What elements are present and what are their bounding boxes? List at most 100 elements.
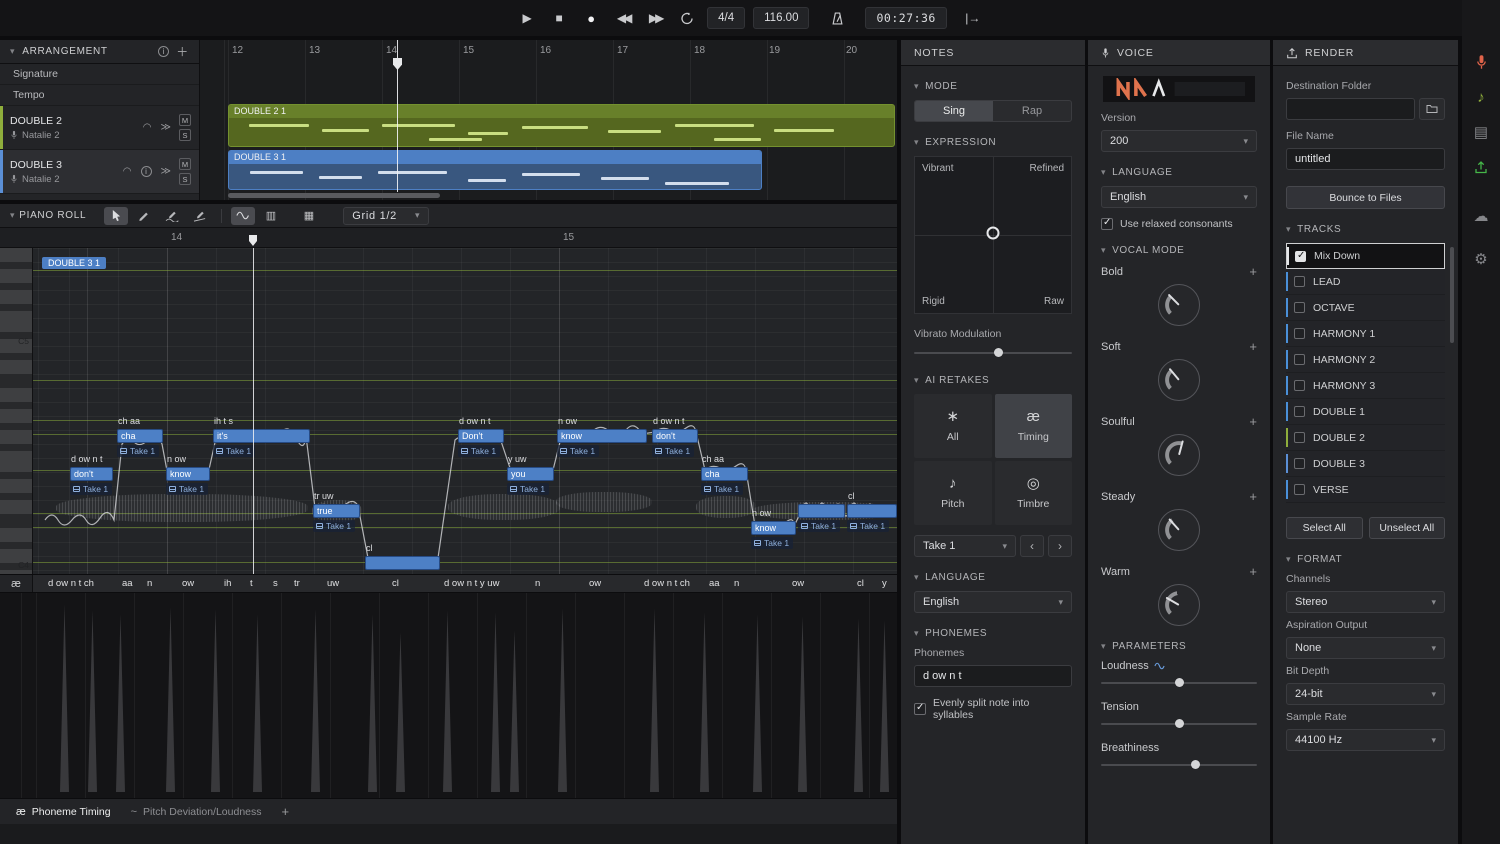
track-checkbox[interactable] <box>1294 432 1305 443</box>
timing-spike[interactable] <box>854 618 863 792</box>
arrangement-playhead-handle[interactable] <box>393 58 402 70</box>
phoneme-cell[interactable]: ow <box>589 578 601 589</box>
render-track-row[interactable]: HARMONY 2 <box>1286 347 1445 373</box>
pitch-pen-tool[interactable] <box>231 207 255 225</box>
note-lyric[interactable]: it's <box>213 429 310 443</box>
take-chip[interactable]: Take 1 <box>507 483 549 495</box>
chevron-down-icon[interactable]: ▾ <box>1286 554 1291 565</box>
note-lyric[interactable] <box>798 504 845 518</box>
take-chip[interactable]: Take 1 <box>458 445 500 457</box>
timing-spike[interactable] <box>650 608 659 792</box>
collapse-arrangement-icon[interactable]: ▾ <box>10 46 15 57</box>
format-field-dropdown[interactable]: None▾ <box>1286 637 1445 659</box>
evenly-split-checkbox[interactable] <box>914 703 926 715</box>
midi-note[interactable]: d ow n t don't Take 1 <box>70 467 113 481</box>
slider-handle[interactable] <box>1175 678 1184 687</box>
timing-spike[interactable] <box>396 632 405 792</box>
parameter-slider[interactable] <box>1101 717 1257 731</box>
render-track-row[interactable]: HARMONY 1 <box>1286 321 1445 347</box>
render-panel-icon[interactable] <box>1471 157 1491 177</box>
track-checkbox[interactable] <box>1294 276 1305 287</box>
chevron-down-icon[interactable]: ▾ <box>1286 224 1291 235</box>
timing-spike[interactable] <box>880 620 889 792</box>
arrangement-scrollbar[interactable] <box>228 193 440 198</box>
phoneme-cell[interactable]: n <box>734 578 739 589</box>
midi-note[interactable]: Take 1 <box>798 504 845 518</box>
midi-note[interactable]: d ow n t don't Take 1 <box>652 429 698 443</box>
note-lyric[interactable]: true <box>313 504 360 518</box>
loop-icon[interactable] <box>675 7 699 29</box>
note-grid-tool[interactable]: ▦ <box>297 207 321 225</box>
select-all-button[interactable]: Select All <box>1286 517 1363 539</box>
arrangement-timeline[interactable]: 121314151617181920 DOUBLE 2 1 DOUBLE 3 1 <box>200 40 897 200</box>
previous-take-button[interactable]: ‹ <box>1020 535 1044 557</box>
timing-spike[interactable] <box>368 614 377 792</box>
render-track-row[interactable]: Mix Down <box>1286 243 1445 269</box>
timing-spike[interactable] <box>60 604 69 792</box>
phoneme-cell[interactable]: ow <box>792 578 804 589</box>
take-chip[interactable]: Take 1 <box>557 445 599 457</box>
render-track-row[interactable]: DOUBLE 1 <box>1286 399 1445 425</box>
mode-option[interactable]: Sing <box>915 101 993 121</box>
arrangement-track-row[interactable]: DOUBLE 3 Natalie 2 ◠ ≫ M <box>0 150 199 194</box>
midi-note[interactable]: ch aa cha Take 1 <box>117 429 163 443</box>
timing-spike[interactable] <box>753 614 762 792</box>
track-list-scrollbar[interactable] <box>1450 247 1454 343</box>
bounce-to-files-button[interactable]: Bounce to Files <box>1286 186 1445 209</box>
note-lyric[interactable]: don't <box>652 429 698 443</box>
chevron-down-icon[interactable]: ▾ <box>1101 245 1106 256</box>
add-vocal-mode-icon[interactable]: + <box>1249 414 1257 429</box>
file-name-input[interactable] <box>1286 148 1445 170</box>
chevron-down-icon[interactable]: ▾ <box>914 81 919 92</box>
add-vocal-mode-icon[interactable]: + <box>1249 339 1257 354</box>
midi-note[interactable]: d ow n t Don't Take 1 <box>458 429 504 443</box>
render-track-row[interactable]: HARMONY 3 <box>1286 373 1445 399</box>
browse-folder-button[interactable] <box>1419 98 1445 120</box>
bottom-tab[interactable]: ~ Pitch Deviation/Loudness <box>123 802 270 822</box>
add-vocal-mode-icon[interactable]: + <box>1249 264 1257 279</box>
level-bars-tool[interactable]: ▥ <box>259 207 283 225</box>
render-track-row[interactable]: LEAD <box>1286 269 1445 295</box>
midi-note[interactable]: n ow know Take 1 <box>557 429 647 443</box>
midi-note[interactable]: n ow know Take 1 <box>751 521 796 535</box>
settings-gear-icon[interactable]: ⚙ <box>1471 249 1491 269</box>
midi-note[interactable]: y uw you Take 1 <box>507 467 554 481</box>
note-lyric[interactable]: know <box>166 467 210 481</box>
track-checkbox[interactable] <box>1294 302 1305 313</box>
render-track-row[interactable]: VERSE <box>1286 477 1445 503</box>
retake-button[interactable]: ◎ Timbre <box>995 461 1073 525</box>
timing-spike[interactable] <box>700 612 709 792</box>
retake-button[interactable]: æ Timing <box>995 394 1073 458</box>
take-chip[interactable]: Take 1 <box>213 445 255 457</box>
voice-language-dropdown[interactable]: English▾ <box>1101 186 1257 208</box>
track-checkbox[interactable] <box>1294 484 1305 495</box>
draw-note-tool[interactable] <box>132 207 156 225</box>
tempo-value[interactable]: 116.00 <box>753 7 809 29</box>
phoneme-cell[interactable]: y <box>882 578 887 589</box>
track-checkbox[interactable] <box>1294 380 1305 391</box>
take-chip[interactable]: Take 1 <box>313 520 355 532</box>
phoneme-cell[interactable]: d ow n t y uw <box>444 578 499 589</box>
phoneme-cell[interactable]: aa <box>709 578 720 589</box>
chevron-down-icon[interactable]: ▾ <box>914 572 919 583</box>
piano-roll-ruler[interactable]: 1415 <box>0 228 897 248</box>
jump-to-playhead-icon[interactable]: |→ <box>961 7 985 29</box>
format-field-dropdown[interactable]: Stereo▾ <box>1286 591 1445 613</box>
expression-knob[interactable] <box>987 227 1000 240</box>
note-lyric[interactable]: cha <box>701 467 748 481</box>
note-lyric[interactable]: know <box>751 521 796 535</box>
midi-note[interactable]: tr uw true Take 1 <box>313 504 360 518</box>
phoneme-cell[interactable]: d ow n t ch <box>644 578 690 589</box>
track-info-icon[interactable] <box>141 166 152 177</box>
phoneme-timing-area[interactable] <box>0 593 897 798</box>
vocal-mode-knob[interactable] <box>1158 434 1200 476</box>
relaxed-consonants-checkbox[interactable] <box>1101 218 1113 230</box>
cloud-icon[interactable]: ☁ <box>1471 206 1491 226</box>
add-vocal-mode-icon[interactable]: + <box>1249 489 1257 504</box>
slider-handle[interactable] <box>1191 760 1200 769</box>
chevron-down-icon[interactable]: ▾ <box>1101 167 1106 178</box>
note-lyric[interactable]: don't <box>70 467 113 481</box>
parameter-slider[interactable] <box>1101 676 1257 690</box>
track-checkbox[interactable] <box>1294 328 1305 339</box>
rewind-button[interactable]: ◀◀ <box>611 7 635 29</box>
